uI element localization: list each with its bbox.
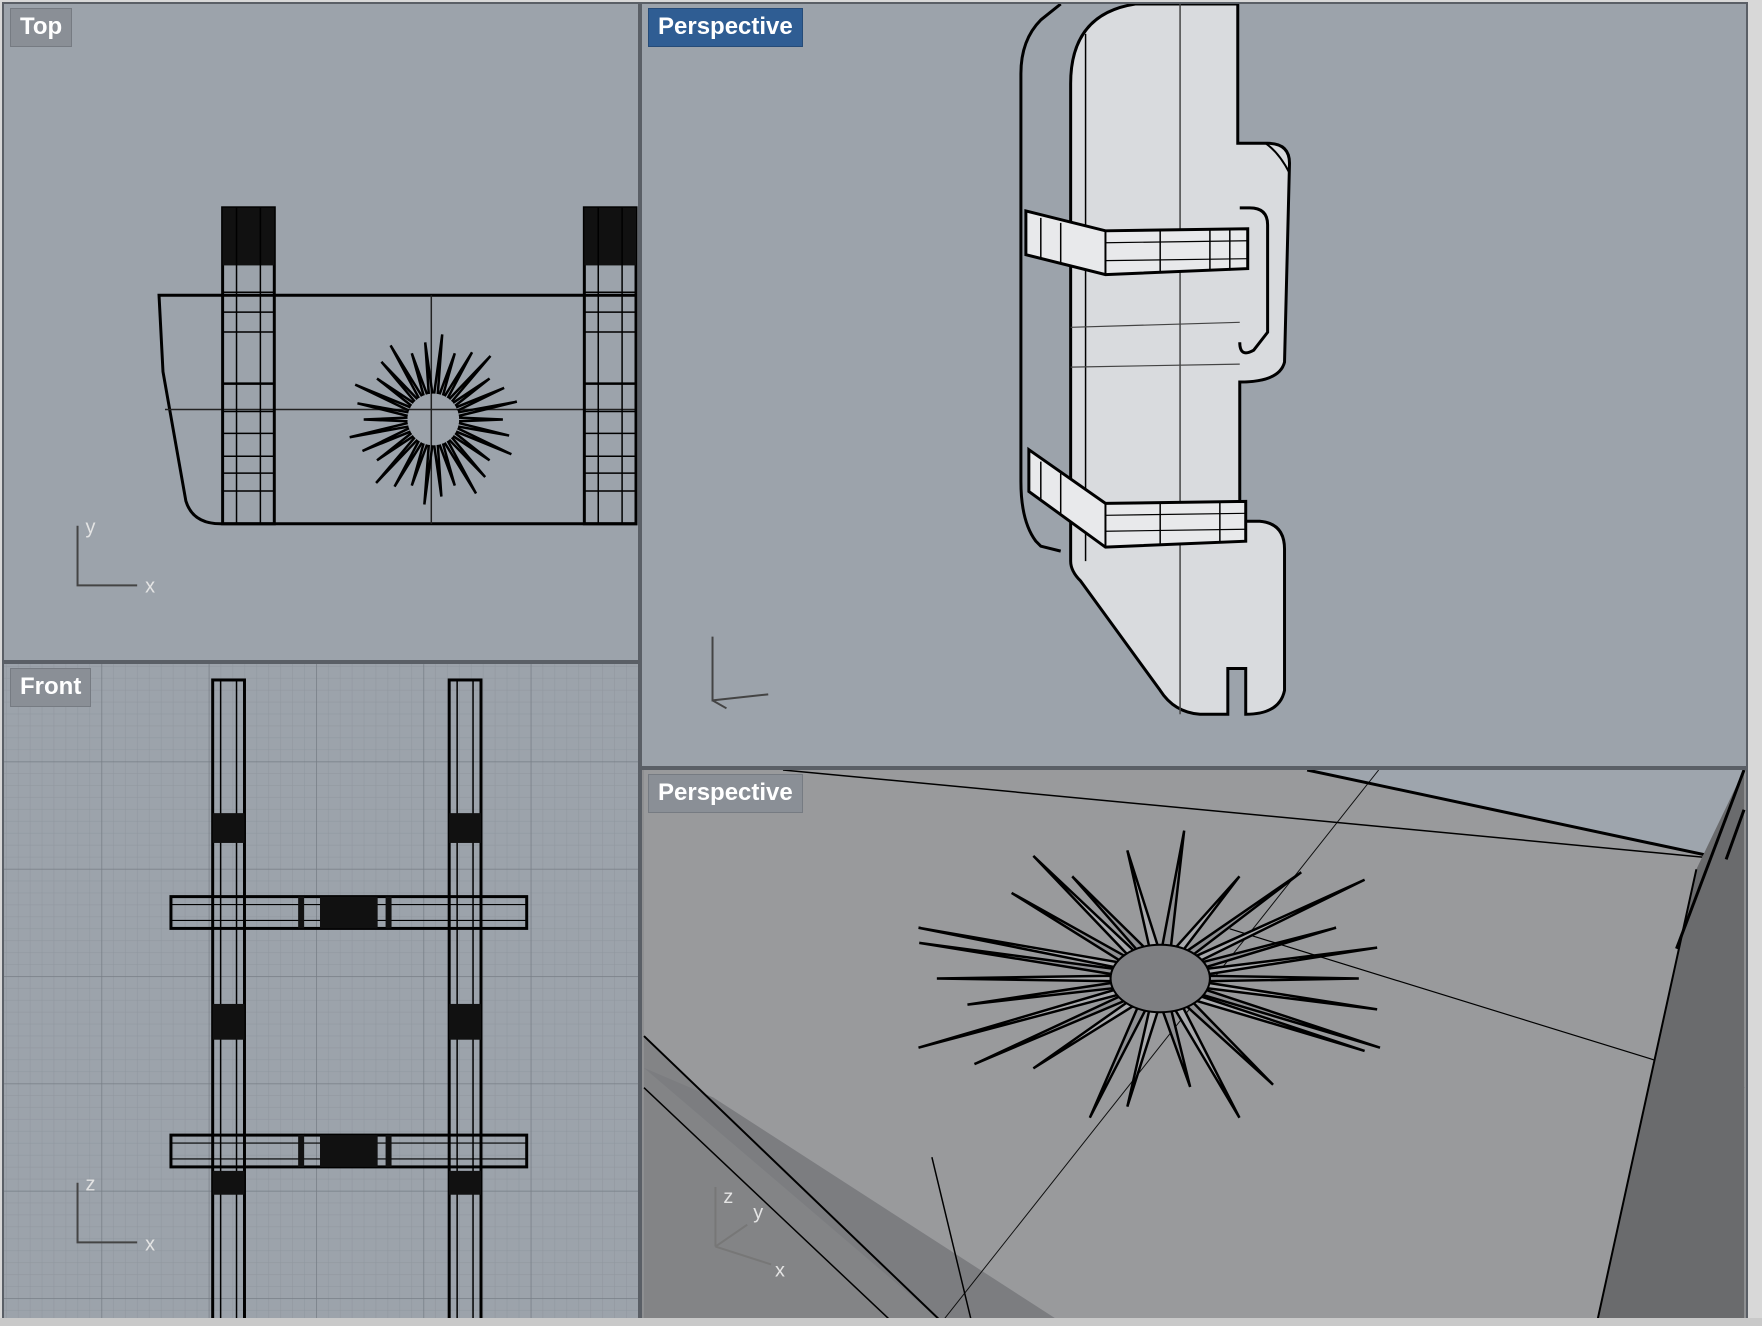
svg-text:x: x xyxy=(145,575,155,597)
viewport-perspective-top[interactable]: Perspective xyxy=(640,2,1748,768)
status-strip xyxy=(0,1318,1762,1326)
star-spike xyxy=(363,416,408,423)
right-clip xyxy=(582,206,638,526)
svg-text:y: y xyxy=(85,517,95,539)
viewport-perspective-bottom[interactable]: Perspective z y x xyxy=(640,768,1748,1324)
svg-text:z: z xyxy=(85,1174,95,1196)
axis-indicator-top: y x xyxy=(76,517,155,597)
svg-text:y: y xyxy=(753,1202,763,1224)
viewport-title-perspective-active[interactable]: Perspective xyxy=(648,8,803,47)
svg-text:x: x xyxy=(775,1259,785,1281)
perspective-top-canvas xyxy=(711,4,1291,716)
star-spike xyxy=(459,416,503,423)
viewport-top[interactable]: Top y x xyxy=(2,2,640,662)
star-spike xyxy=(432,334,444,395)
grid xyxy=(4,664,638,1322)
svg-text:z: z xyxy=(723,1186,733,1208)
top-view-canvas: y x xyxy=(76,206,638,597)
svg-text:x: x xyxy=(145,1233,155,1255)
viewport-front[interactable]: Front z x xyxy=(2,662,640,1324)
viewport-title-top[interactable]: Top xyxy=(10,8,73,47)
perspective-bottom-canvas: z y x xyxy=(643,770,1746,1322)
viewport-title-perspective[interactable]: Perspective xyxy=(648,774,803,813)
star-spike xyxy=(432,444,443,497)
left-clip xyxy=(221,206,276,526)
viewport-title-front[interactable]: Front xyxy=(10,668,92,707)
spike-star-top xyxy=(349,334,518,505)
axis-indicator-persp-top xyxy=(711,636,769,710)
front-view-canvas: z x xyxy=(4,664,638,1322)
star-spike xyxy=(457,421,510,437)
star-core xyxy=(1109,943,1211,1014)
